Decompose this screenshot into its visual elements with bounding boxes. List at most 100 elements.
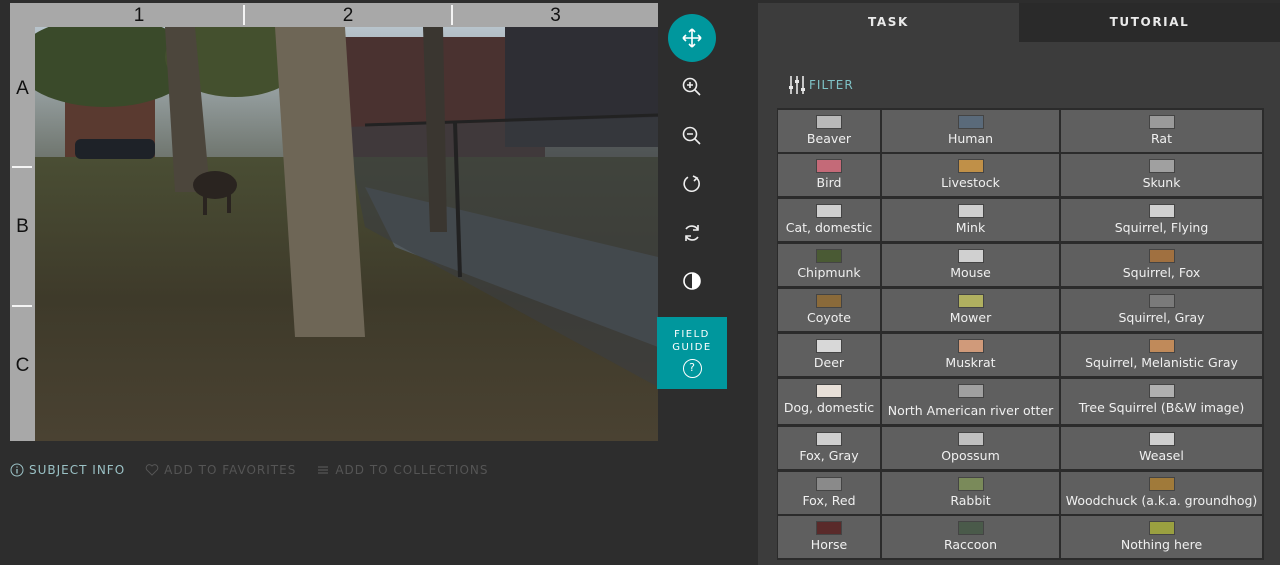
species-choice-button[interactable]: Muskrat — [882, 334, 1059, 376]
species-choice-button[interactable]: Livestock — [882, 154, 1059, 196]
species-thumbnail — [816, 294, 842, 308]
add-to-collections-label: ADD TO COLLECTIONS — [335, 463, 489, 477]
species-choice-button[interactable]: Mouse — [882, 244, 1059, 286]
species-label: Fox, Gray — [799, 448, 859, 463]
species-thumbnail — [1148, 159, 1175, 173]
add-to-favorites-label: ADD TO FAVORITES — [164, 463, 297, 477]
species-choice-button[interactable]: Weasel — [1061, 427, 1262, 469]
species-choice-button[interactable]: Nothing here — [1061, 516, 1262, 558]
subject-info-button[interactable]: SUBJECT INFO — [10, 463, 125, 477]
species-choice-button[interactable]: Chipmunk — [778, 244, 880, 286]
species-thumbnail — [816, 159, 842, 173]
species-thumbnail — [1148, 115, 1175, 129]
species-choice-button[interactable]: Cat, domestic — [778, 199, 880, 241]
species-choice-button[interactable]: Skunk — [1061, 154, 1262, 196]
tab-tutorial[interactable]: TUTORIAL — [1019, 3, 1280, 42]
species-label: Bird — [816, 175, 842, 190]
species-thumbnail — [1148, 339, 1175, 353]
species-thumbnail — [816, 249, 842, 263]
viewer-toolbar: FIELD GUIDE ? — [657, 3, 727, 393]
species-choice-button[interactable]: Coyote — [778, 289, 880, 331]
species-thumbnail — [816, 115, 842, 129]
species-choice-button[interactable]: Squirrel, Flying — [1061, 199, 1262, 241]
camera-trap-photo — [35, 27, 658, 441]
species-thumbnail — [1148, 294, 1175, 308]
heart-icon — [145, 464, 159, 476]
species-choice-button[interactable]: Dog, domestic — [778, 379, 880, 424]
species-label: Muskrat — [945, 355, 996, 370]
species-thumbnail — [957, 384, 984, 398]
species-choice-button[interactable]: Fox, Red — [778, 472, 880, 514]
species-label: Horse — [810, 537, 848, 552]
species-thumbnail — [1148, 477, 1175, 491]
move-icon — [682, 28, 702, 48]
rotate-button[interactable] — [668, 160, 716, 208]
move-tool-button[interactable] — [668, 14, 716, 62]
tab-task[interactable]: TASK — [758, 3, 1019, 42]
species-label: Coyote — [806, 310, 851, 325]
species-label: Squirrel, Melanistic Gray — [1085, 355, 1238, 370]
add-to-collections-button[interactable]: ADD TO COLLECTIONS — [316, 463, 488, 477]
field-guide-label-line2: GUIDE — [672, 342, 712, 353]
zoom-in-icon — [682, 77, 701, 96]
species-choice-button[interactable]: Fox, Gray — [778, 427, 880, 469]
species-thumbnail — [957, 115, 984, 129]
species-label: Squirrel, Flying — [1114, 220, 1209, 235]
field-guide-button[interactable]: FIELD GUIDE ? — [657, 317, 727, 389]
species-label: Cat, domestic — [785, 220, 873, 235]
species-label: Fox, Red — [802, 493, 856, 508]
species-choice-button[interactable]: Human — [882, 110, 1059, 152]
species-choice-button[interactable]: Squirrel, Fox — [1061, 244, 1262, 286]
species-thumbnail — [1148, 521, 1175, 535]
species-label: Squirrel, Fox — [1122, 265, 1201, 280]
species-choice-button[interactable]: Opossum — [882, 427, 1059, 469]
species-label: Mink — [955, 220, 986, 235]
add-to-favorites-button[interactable]: ADD TO FAVORITES — [145, 463, 296, 477]
species-thumbnail — [1148, 204, 1175, 218]
species-choice-button[interactable]: Mink — [882, 199, 1059, 241]
species-choice-button[interactable]: Horse — [778, 516, 880, 558]
species-label: Opossum — [941, 448, 1000, 463]
zoom-out-button[interactable] — [668, 112, 716, 160]
zoom-out-icon — [682, 126, 701, 145]
species-choice-button[interactable]: North American river otter — [882, 379, 1059, 424]
zoom-in-button[interactable] — [668, 63, 716, 111]
species-thumbnail — [957, 204, 984, 218]
invert-contrast-button[interactable] — [668, 257, 716, 305]
species-thumbnail — [957, 294, 984, 308]
species-label: Mower — [949, 310, 992, 325]
grid-row-label: C — [15, 355, 30, 376]
species-thumbnail — [816, 521, 842, 535]
species-thumbnail — [816, 477, 842, 491]
species-choice-button[interactable]: Deer — [778, 334, 880, 376]
reset-view-button[interactable] — [668, 209, 716, 257]
species-thumbnail — [957, 249, 984, 263]
species-label: Weasel — [1139, 448, 1184, 463]
species-choice-button[interactable]: Beaver — [778, 110, 880, 152]
subject-viewer[interactable]: 1 2 3 A B C — [10, 3, 658, 441]
species-choice-button[interactable]: Mower — [882, 289, 1059, 331]
species-thumbnail — [816, 204, 842, 218]
species-choice-button[interactable]: Tree Squirrel (B&W image) — [1061, 379, 1262, 424]
subject-info-label: SUBJECT INFO — [29, 463, 126, 477]
task-panel: TASK TUTORIAL FILTER Beaver Bird Cat, dome… — [758, 3, 1280, 565]
species-choice-button[interactable]: Squirrel, Melanistic Gray — [1061, 334, 1262, 376]
species-choice-button[interactable]: Squirrel, Gray — [1061, 289, 1262, 331]
species-choice-button[interactable]: Rabbit — [882, 472, 1059, 514]
contrast-icon — [683, 272, 701, 290]
species-thumbnail — [957, 339, 984, 353]
grid-column-label: 1 — [133, 5, 145, 26]
refresh-icon — [685, 225, 699, 241]
grid-column-label: 2 — [342, 5, 354, 26]
grid-row-label: A — [16, 78, 29, 99]
species-choice-button[interactable]: Rat — [1061, 110, 1262, 152]
species-thumbnail — [957, 477, 984, 491]
species-label: Nothing here — [1120, 537, 1203, 552]
species-thumbnail — [957, 159, 984, 173]
species-thumbnail — [1148, 432, 1175, 446]
species-choice-button[interactable]: Raccoon — [882, 516, 1059, 558]
filter-button[interactable]: FILTER — [788, 75, 854, 95]
subject-image[interactable] — [35, 27, 658, 441]
species-choice-button[interactable]: Bird — [778, 154, 880, 196]
species-choice-button[interactable]: Woodchuck (a.k.a. groundhog) — [1061, 472, 1262, 514]
